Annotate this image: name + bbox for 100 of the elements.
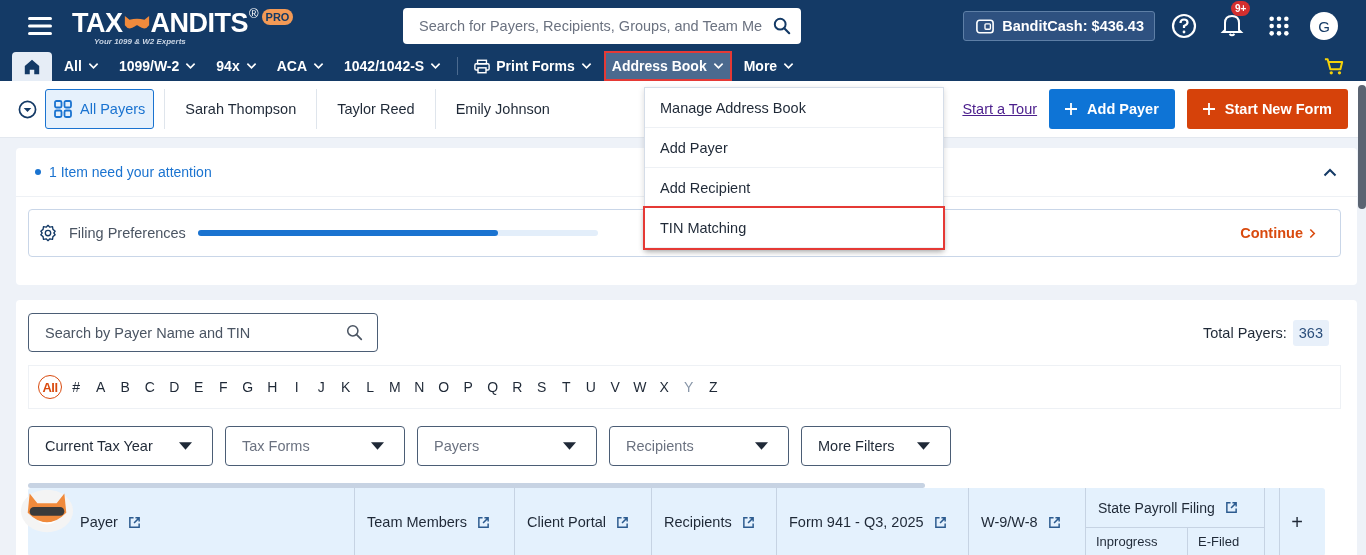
menu-item[interactable]: Add Recipient [645,168,943,208]
letter-filter[interactable]: J [309,375,334,399]
caret-icon [245,62,257,70]
menu-icon[interactable] [28,16,52,36]
letter-filter[interactable]: Q [480,375,505,399]
external-link-icon[interactable] [1047,515,1061,529]
letter-filter[interactable]: T [554,375,579,399]
add-payer-button[interactable]: Add Payer [1049,89,1175,129]
letter-filter[interactable]: U [578,375,603,399]
external-link-icon[interactable] [127,515,141,529]
start-tour-link[interactable]: Start a Tour [962,101,1038,117]
letter-filter[interactable]: R [505,375,530,399]
notification-badge: 9+ [1231,1,1251,16]
caret-icon [371,442,384,450]
nav-menu[interactable]: More [737,53,801,79]
nav-menu[interactable]: All [58,53,105,79]
home-tab[interactable] [12,52,52,81]
user-avatar[interactable]: G [1310,12,1338,40]
letter-filter[interactable]: A [88,375,113,399]
scrollbar[interactable] [28,483,925,488]
payer-tab[interactable]: All Payers [45,89,155,129]
search-icon [346,324,363,341]
payer-tab[interactable]: Taylor Reed [317,89,435,129]
letter-filter[interactable]: V [603,375,628,399]
filter-dropdown[interactable]: Payers [417,426,597,466]
nav-menu[interactable]: Print Forms [468,53,598,79]
letter-filter[interactable]: L [358,375,383,399]
menu-item[interactable]: Manage Address Book [645,88,943,128]
filter-dropdown[interactable]: Recipients [609,426,789,466]
total-label: Total Payers: [1202,324,1287,341]
menu-item[interactable]: TIN Matching [645,208,943,248]
letter-filter[interactable]: M [382,375,407,399]
home-icon [23,57,41,76]
caret-icon [179,442,192,450]
payer-tab[interactable]: Sarah Thompson [165,89,317,129]
nav-menu[interactable]: ACA [270,53,330,79]
letter-filter[interactable]: S [529,375,554,399]
letter-filter[interactable]: F [211,375,236,399]
caret-icon [755,442,768,450]
help-icon[interactable] [1171,13,1197,39]
add-column-button[interactable]: + [1280,488,1314,555]
menu-item[interactable]: Add Payer [645,128,943,168]
chevron-icon[interactable] [1323,167,1337,177]
letter-filter[interactable]: W [627,375,652,399]
caret-icon [783,62,795,70]
grid-icon [54,100,72,118]
nav-menu[interactable]: Address Book [605,53,730,79]
payer-tab[interactable]: Emily Johnson [435,89,570,129]
printer-icon [474,58,491,74]
filter-dropdown[interactable]: Tax Forms [225,426,405,466]
filter-dropdown[interactable]: Current Tax Year [28,426,213,466]
external-link-icon[interactable] [1224,501,1238,514]
letter-filter[interactable]: H [260,375,285,399]
external-link-icon[interactable] [933,515,947,529]
pro-badge: PRO [261,8,294,25]
apps-grid-icon[interactable] [1268,15,1290,37]
external-link-icon[interactable] [616,515,629,529]
letter-filter[interactable]: P [456,375,481,399]
gear-icon [39,224,57,242]
column-header: Team Members [355,488,515,555]
nav-menu[interactable]: 1099/W-2 [112,53,203,79]
chevron-right-icon [1309,227,1316,239]
letter-filter[interactable]: D [162,375,187,399]
letter-filter[interactable]: O [431,375,456,399]
nav-menu[interactable]: 1042/1042-S [338,53,448,79]
letter-filter[interactable]: N [407,375,432,399]
task-label: Filing Preferences [69,225,186,241]
search-field[interactable]: Search by Payer Name and TIN [28,313,378,352]
letter-filter[interactable]: K [333,375,358,399]
letter-filter[interactable]: C [137,375,162,399]
caret-icon [580,62,592,70]
letter-filter[interactable]: B [113,375,138,399]
caret-icon [917,442,930,450]
letter-filter[interactable]: I [284,375,309,399]
start-new-form-button[interactable]: Start New Form [1186,89,1348,129]
column-header: W-9/W-8 [969,488,1086,555]
scrollbar[interactable] [1358,85,1366,209]
logo-text: TAX [72,6,123,39]
column-header: Form 941 - Q3, 2025 [777,488,969,555]
cart-icon[interactable] [1324,57,1344,76]
letter-filter[interactable]: X [652,375,677,399]
letter-filter[interactable]: E [186,375,211,399]
registered-mark: ® [249,6,259,21]
caret-icon [185,62,197,70]
letter-filter[interactable]: G [235,375,260,399]
logo-text: ANDITS [150,6,248,39]
collapse-icon[interactable] [18,99,37,119]
external-link-icon[interactable] [741,515,755,529]
letter-filter[interactable]: # [64,375,89,399]
nav-menu[interactable]: 94x [210,53,263,79]
logo-tagline: Your 1099 & W2 Experts [94,36,186,46]
caret-icon [563,442,576,450]
search-field[interactable]: Search for Payers, Recipients, Groups, and Team Me [403,8,801,44]
filter-dropdown[interactable]: More Filters [801,426,951,466]
caret-icon [87,62,99,70]
external-link-icon[interactable] [476,515,490,529]
column-header: Inprogress [1086,528,1188,555]
bandit-cash-button[interactable]: BanditCash: $436.43 [963,11,1155,41]
continue-link[interactable]: Continue [1240,225,1316,241]
letter-filter[interactable]: Z [701,375,726,399]
